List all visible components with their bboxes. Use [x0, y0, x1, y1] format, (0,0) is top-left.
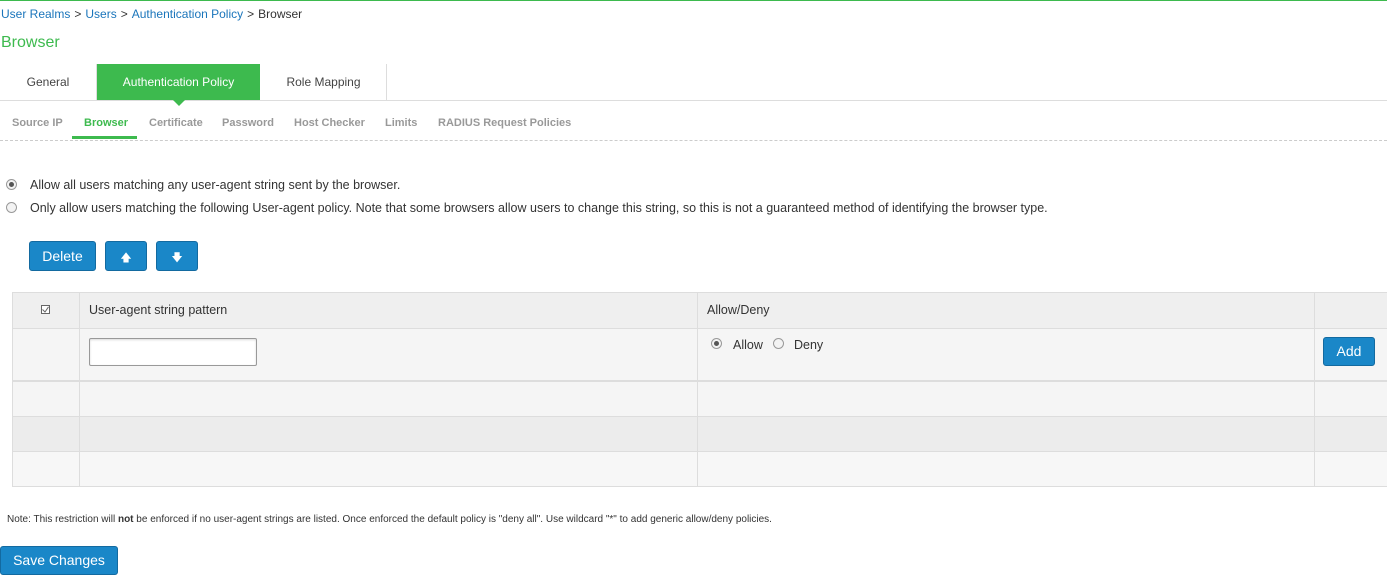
breadcrumb-link-user-realms[interactable]: User Realms [1, 7, 70, 21]
breadcrumb-current: Browser [258, 7, 303, 21]
arrow-up-icon: 🡅 [120, 252, 132, 264]
table-row [13, 417, 1387, 452]
restriction-note: Note: This restriction will not be enfor… [7, 514, 772, 525]
main-tabs: General Authentication Policy Role Mappi… [0, 64, 1387, 106]
deny-radio-label: Deny [794, 338, 824, 352]
column-divider [1314, 382, 1315, 416]
breadcrumb-link-users[interactable]: Users [85, 7, 116, 21]
add-button[interactable]: Add [1323, 337, 1375, 366]
note-suffix: be enforced if no user-agent strings are… [133, 514, 772, 525]
delete-button[interactable]: Delete [29, 241, 96, 271]
arrow-down-icon: 🡇 [171, 252, 183, 264]
user-agent-policy-table: User-agent string pattern Allow/Deny All… [12, 292, 1387, 487]
move-down-button[interactable]: 🡇 [156, 241, 198, 271]
subtab-host-checker[interactable]: Host Checker [294, 117, 365, 129]
subtab-radius-request-policies[interactable]: RADIUS Request Policies [438, 117, 571, 129]
allow-radio[interactable] [711, 338, 722, 349]
column-divider [1314, 417, 1315, 451]
tab-authentication-policy-label: Authentication Policy [122, 75, 235, 89]
column-divider [79, 329, 80, 380]
note-prefix: Note: This restriction will [7, 514, 118, 525]
column-divider [79, 452, 80, 486]
column-divider [1314, 293, 1315, 328]
user-agent-pattern-input[interactable] [89, 338, 257, 366]
breadcrumb-separator: > [74, 7, 82, 21]
column-divider [697, 452, 698, 486]
restrict-policy-radio[interactable] [6, 202, 17, 213]
column-divider [79, 293, 80, 328]
checkbox-check-icon [42, 306, 49, 313]
subtab-limits[interactable]: Limits [385, 117, 417, 129]
subtab-browser[interactable]: Browser [84, 117, 128, 129]
allow-all-label: Allow all users matching any user-agent … [30, 178, 401, 192]
column-divider [79, 417, 80, 451]
subtab-certificate[interactable]: Certificate [149, 117, 203, 129]
top-accent-line [0, 0, 1387, 1]
subtab-password[interactable]: Password [222, 117, 274, 129]
column-header-pattern: User-agent string pattern [89, 303, 228, 317]
subtab-source-ip[interactable]: Source IP [12, 117, 63, 129]
tab-divider [386, 64, 387, 100]
table-header-row: User-agent string pattern Allow/Deny [13, 293, 1387, 329]
tab-general[interactable]: General [0, 64, 96, 100]
breadcrumb-separator: > [120, 7, 128, 21]
breadcrumb-separator: > [247, 7, 255, 21]
select-all-checkbox-icon[interactable] [41, 305, 50, 314]
column-divider [1314, 452, 1315, 486]
move-up-button[interactable]: 🡅 [105, 241, 147, 271]
save-changes-button[interactable]: Save Changes [0, 546, 118, 575]
restrict-policy-label: Only allow users matching the following … [30, 201, 1048, 215]
column-divider [1314, 329, 1315, 380]
allow-all-radio[interactable] [6, 179, 17, 190]
tab-authentication-policy[interactable]: Authentication Policy [97, 64, 260, 106]
column-divider [697, 329, 698, 380]
table-row [13, 452, 1387, 486]
new-entry-row: Allow Deny Add [13, 329, 1387, 382]
tab-role-mapping[interactable]: Role Mapping [261, 64, 386, 100]
sub-tabs: Source IP Browser Certificate Password H… [0, 101, 1387, 141]
column-divider [697, 417, 698, 451]
page-title: Browser [1, 34, 60, 51]
note-emphasis: not [117, 514, 134, 525]
breadcrumb-link-authentication-policy[interactable]: Authentication Policy [132, 7, 243, 21]
column-divider [79, 382, 80, 416]
column-divider [697, 293, 698, 328]
table-row [13, 382, 1387, 417]
deny-radio[interactable] [773, 338, 784, 349]
active-subtab-indicator [72, 136, 137, 139]
column-divider [697, 382, 698, 416]
breadcrumb: User Realms > Users > Authentication Policy >… [1, 7, 302, 21]
column-header-allow-deny: Allow/Deny [707, 303, 770, 317]
allow-radio-label: Allow [733, 338, 763, 352]
